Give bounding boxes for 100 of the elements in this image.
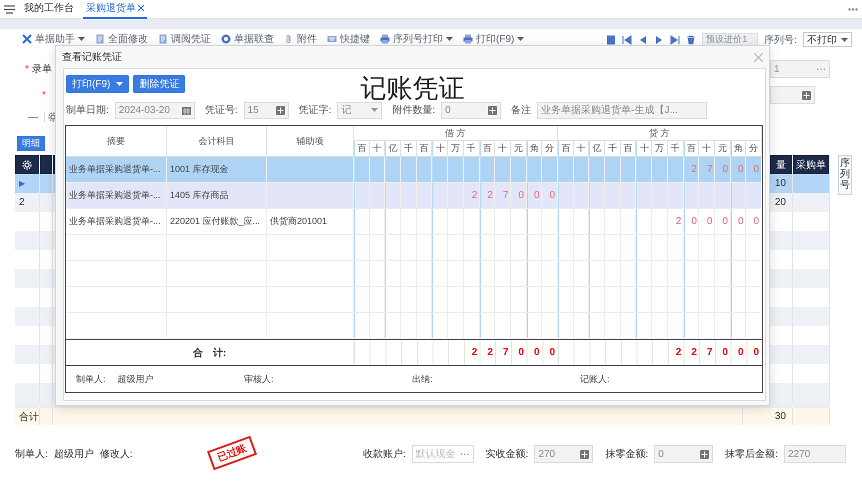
more-icon[interactable]: [848, 8, 858, 10]
caret-icon: [446, 37, 453, 41]
caret-icon: [116, 82, 124, 86]
digit-unit-label: 元: [714, 141, 731, 156]
toolbar-button[interactable]: 序列号打印: [380, 32, 453, 46]
last-icon[interactable]: [670, 34, 680, 44]
digit-unit-label: 十: [370, 141, 386, 156]
digit-unit-label: 十: [574, 141, 590, 156]
digit-unit-label: 百: [684, 141, 700, 156]
input-field[interactable]: 0: [441, 102, 502, 118]
calculator-icon: [802, 90, 811, 100]
print-button[interactable]: 打印(F9): [66, 75, 130, 93]
collapse-toggle[interactable]: —: [28, 112, 38, 122]
tab[interactable]: 我的工作台: [21, 0, 77, 18]
field-label: 收款账户:: [362, 448, 406, 461]
lookup-field[interactable]: 1 ···: [770, 60, 830, 78]
caret-icon: [371, 108, 378, 112]
field-label: 抹零后金额:: [725, 448, 778, 461]
digit-unit-label: 千: [605, 141, 621, 156]
digit-unit-label: 十: [699, 141, 715, 156]
caret-icon: [841, 38, 848, 42]
input-field[interactable]: 0: [654, 445, 714, 463]
digit-unit-label: 百: [620, 141, 636, 156]
gear-icon: [22, 160, 32, 170]
digit-unit-label: 千: [401, 141, 417, 156]
field-label: 制单日期:: [66, 104, 109, 117]
voucher-row[interactable]: 业务单据采购退货单-... 1405 库存商品 2 2 7 0 0 0: [66, 183, 762, 209]
serial-select[interactable]: 不打印: [803, 32, 852, 47]
column-header: 会计科目: [167, 126, 267, 156]
field-label: 凭证号:: [204, 104, 238, 117]
caret-icon: [78, 37, 85, 41]
input-field[interactable]: 业务单据采购退货单-生成【J...: [537, 102, 708, 118]
field-label: 凭证字:: [298, 104, 332, 117]
calendar-icon: [182, 106, 191, 114]
digit-unit-label: 百: [354, 141, 370, 156]
input-field[interactable]: 2024-03-20: [114, 102, 195, 118]
digit-unit-label: 亿: [385, 141, 402, 156]
gear-icon: [48, 112, 58, 122]
input-field[interactable]: 默认现金 ···: [412, 445, 474, 463]
digit-unit-label: 亿: [589, 141, 606, 156]
input-field[interactable]: 15: [244, 102, 289, 118]
digit-unit-label: 千: [464, 141, 480, 156]
calculator-icon: [488, 106, 498, 114]
toolbar-button[interactable]: 全面修改: [95, 32, 148, 46]
signature-label: 制单人:: [76, 372, 106, 386]
close-icon[interactable]: [138, 5, 144, 11]
serial-label: 序列号:: [764, 34, 797, 46]
caret-icon: [517, 37, 524, 41]
toolbar-button[interactable]: 打印(F9): [463, 32, 524, 46]
column-header: 摘要: [66, 126, 167, 156]
toolbar-button[interactable]: 单据联查: [221, 32, 274, 46]
column-header: 辅助项: [267, 126, 354, 156]
posted-stamp: 已过账: [206, 436, 258, 470]
signature-name: 超级用户: [118, 372, 154, 386]
auxiliary-text: 供货商201001: [270, 215, 328, 228]
toolbar-button[interactable]: 调阅凭证: [158, 32, 211, 46]
voucher-row[interactable]: 业务单据采购退货单-... 1001 库存现金 2 7 0 0 0: [66, 157, 762, 183]
toolbar-button[interactable]: 快捷键: [327, 32, 370, 46]
required-mark: *: [42, 90, 46, 100]
account-text: 220201 应付账款_应...: [170, 215, 260, 228]
first-icon[interactable]: [622, 34, 632, 44]
input-field[interactable]: 270: [534, 445, 594, 463]
voucher-row[interactable]: 业务单据采购退货单-... 220201 应付账款_应... 供货商201001 2 0 0 0 0 0: [66, 209, 762, 235]
digit-unit-label: 万: [448, 141, 464, 156]
serial-button[interactable]: 序列号: [838, 155, 852, 195]
toolbar-button[interactable]: 单据助手: [22, 32, 85, 46]
account-text: 1001 库存现金: [170, 163, 229, 176]
credit-heading: 贷 方: [558, 126, 762, 141]
summary-text: 业务单据采购退货单-...: [69, 189, 160, 202]
menu-icon[interactable]: [4, 4, 15, 14]
amount-text: 2 0 0 0 0 0: [674, 215, 760, 229]
select-field[interactable]: 记: [337, 102, 382, 118]
delete-button[interactable]: 删除凭证: [133, 75, 186, 93]
digit-unit-label: 角: [730, 141, 746, 156]
trash-icon[interactable]: [686, 34, 696, 44]
quantity-text: 20: [774, 197, 786, 208]
field-label: 实收金额:: [486, 448, 528, 461]
document-icon[interactable]: [606, 34, 616, 44]
creator-name: 超级用户: [54, 448, 94, 461]
digit-unit-label: 分: [746, 141, 762, 156]
modifier-label: 修改人:: [100, 448, 133, 461]
creator-label: 制单人:: [15, 448, 48, 461]
printer-icon: [380, 34, 390, 44]
amount-field[interactable]: [770, 86, 815, 104]
signature-label: 出纳:: [412, 372, 433, 386]
digit-unit-label: 十: [495, 141, 511, 156]
dialog-title: 查看记账凭证: [62, 50, 122, 64]
row-marker: 2: [19, 197, 25, 208]
column-header: 采购单: [796, 158, 826, 172]
field-label: 抹零金额:: [605, 448, 648, 461]
total-label: 合 计:: [66, 340, 354, 365]
digit-unit-label: 角: [526, 141, 542, 156]
detail-tab[interactable]: 明细: [17, 136, 45, 151]
field-label: 录单: [32, 62, 52, 76]
calculator-icon: [700, 450, 710, 458]
toolbar-button[interactable]: 附件: [284, 32, 317, 46]
input-field[interactable]: 2270: [784, 445, 846, 463]
total-label: 合计: [19, 410, 39, 424]
calculator-icon: [276, 106, 285, 114]
digit-unit-label: 万: [652, 141, 668, 156]
